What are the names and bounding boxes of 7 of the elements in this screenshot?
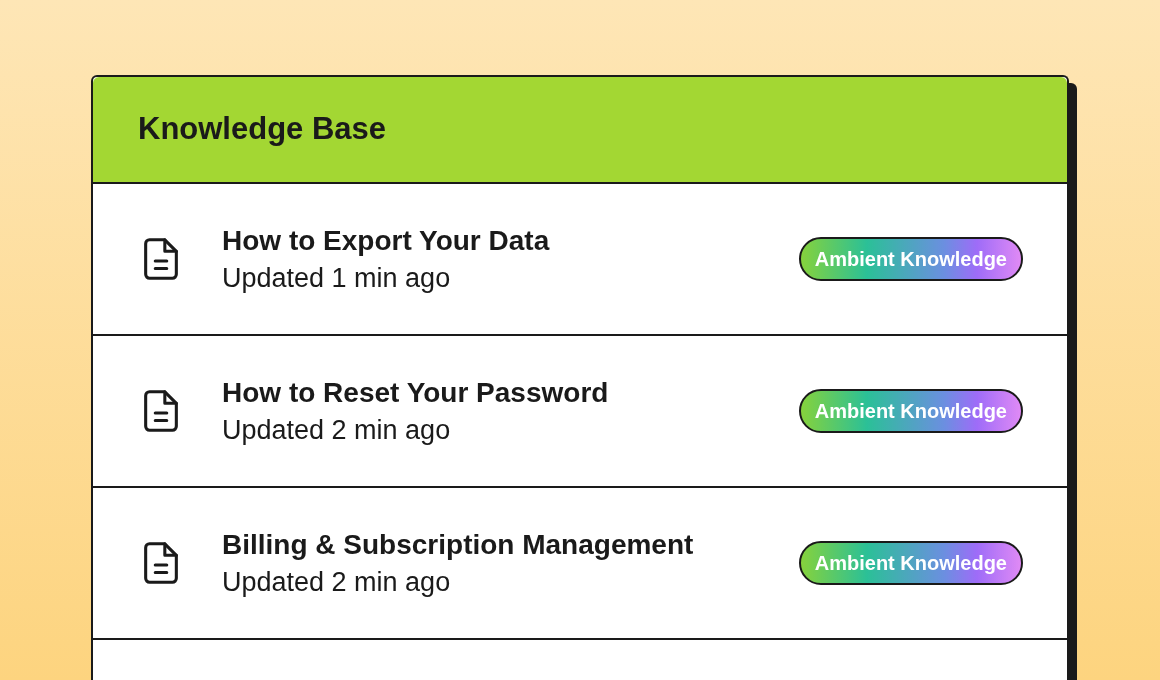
article-title: Billing & Subscription Management (222, 527, 695, 562)
updated-time: Updated 1 min ago (222, 261, 452, 295)
updated-time: Updated 2 min ago (222, 413, 452, 447)
article-title: How to Reset Your Password (222, 375, 610, 410)
article-title: How to Export Your Data (222, 223, 551, 258)
updated-time: Updated 2 min ago (222, 565, 452, 599)
panel-title: Knowledge Base (138, 110, 387, 149)
